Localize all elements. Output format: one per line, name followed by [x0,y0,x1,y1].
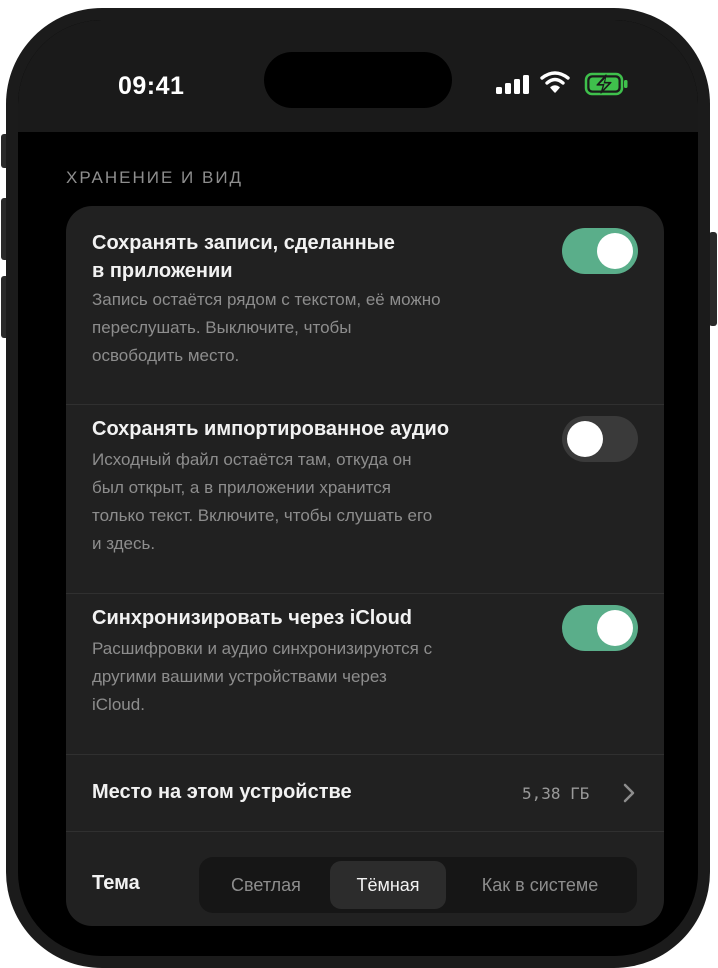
setting-description: Запись остаётся рядом с текстом, её можн… [92,286,522,370]
chevron-right-icon [623,783,635,803]
toggle-knob [567,421,603,457]
screen: 09:41 ХРАНЕНИЕ И ВИД Сохранять записи, с… [18,20,698,956]
status-bar: 09:41 [18,20,698,132]
setting-description: Расшифровки и аудио синхронизируются с д… [92,635,522,719]
dynamic-island [264,52,452,108]
setting-row-save-recordings: Сохранять записи, сделанные в приложении… [66,206,664,404]
storage-value: 5,38 ГБ [522,784,590,803]
toggle-knob [597,610,633,646]
icloud-sync-toggle[interactable] [562,605,638,651]
setting-title-line: Синхронизировать через iCloud [92,607,412,629]
setting-description-line: и здесь. [92,534,156,553]
battery-charging-icon [584,72,628,96]
status-time: 09:41 [118,72,185,100]
settings-card: Сохранять записи, сделанные в приложении… [66,206,664,926]
theme-option-dark[interactable]: Тёмная [330,861,446,909]
theme-segmented-control: Светлая Тёмная Как в системе [199,857,637,913]
setting-title: Синхронизировать через iCloud [92,604,412,632]
setting-description-line: Исходный файл остаётся там, откуда он [92,450,412,469]
toggle-knob [597,233,633,269]
setting-description-line: освободить место. [92,346,240,365]
setting-title-line: Сохранять записи, сделанные [92,232,395,254]
setting-title: Сохранять импортированное аудио [92,415,449,443]
theme-option-light[interactable]: Светлая [203,861,329,909]
setting-description-line: был открыт, а в приложении хранится [92,478,391,497]
phone-frame: 09:41 ХРАНЕНИЕ И ВИД Сохранять записи, с… [6,8,710,968]
phone-bezel: 09:41 ХРАНЕНИЕ И ВИД Сохранять записи, с… [18,20,698,956]
setting-description-line: только текст. Включите, чтобы слушать ег… [92,506,433,525]
signal-icon [496,74,532,94]
save-imported-audio-toggle[interactable] [562,416,638,462]
setting-description-line: Расшифровки и аудио синхронизируются с [92,639,433,658]
wifi-icon [540,71,570,93]
theme-option-system[interactable]: Как в системе [447,861,633,909]
section-title: ХРАНЕНИЕ И ВИД [66,168,244,187]
setting-title: Сохранять записи, сделанные в приложении [92,229,395,285]
divider [66,831,664,832]
storage-label: Место на этом устройстве [92,781,352,803]
power-button [709,232,717,326]
setting-row-save-imported-audio: Сохранять импортированное аудио Исходный… [66,405,664,593]
setting-description-line: Запись остаётся рядом с текстом, её можн… [92,290,441,309]
setting-description: Исходный файл остаётся там, откуда он бы… [92,446,522,558]
theme-label: Тема [92,872,140,894]
setting-description-line: переслушать. Выключите, чтобы [92,318,352,337]
setting-description-line: iCloud. [92,695,145,714]
setting-row-icloud-sync: Синхронизировать через iCloud Расшифровк… [66,594,664,754]
setting-description-line: другими вашими устройствами через [92,667,387,686]
setting-title-line: Сохранять импортированное аудио [92,418,450,440]
setting-title-line: в приложении [92,260,233,282]
save-recordings-toggle[interactable] [562,228,638,274]
